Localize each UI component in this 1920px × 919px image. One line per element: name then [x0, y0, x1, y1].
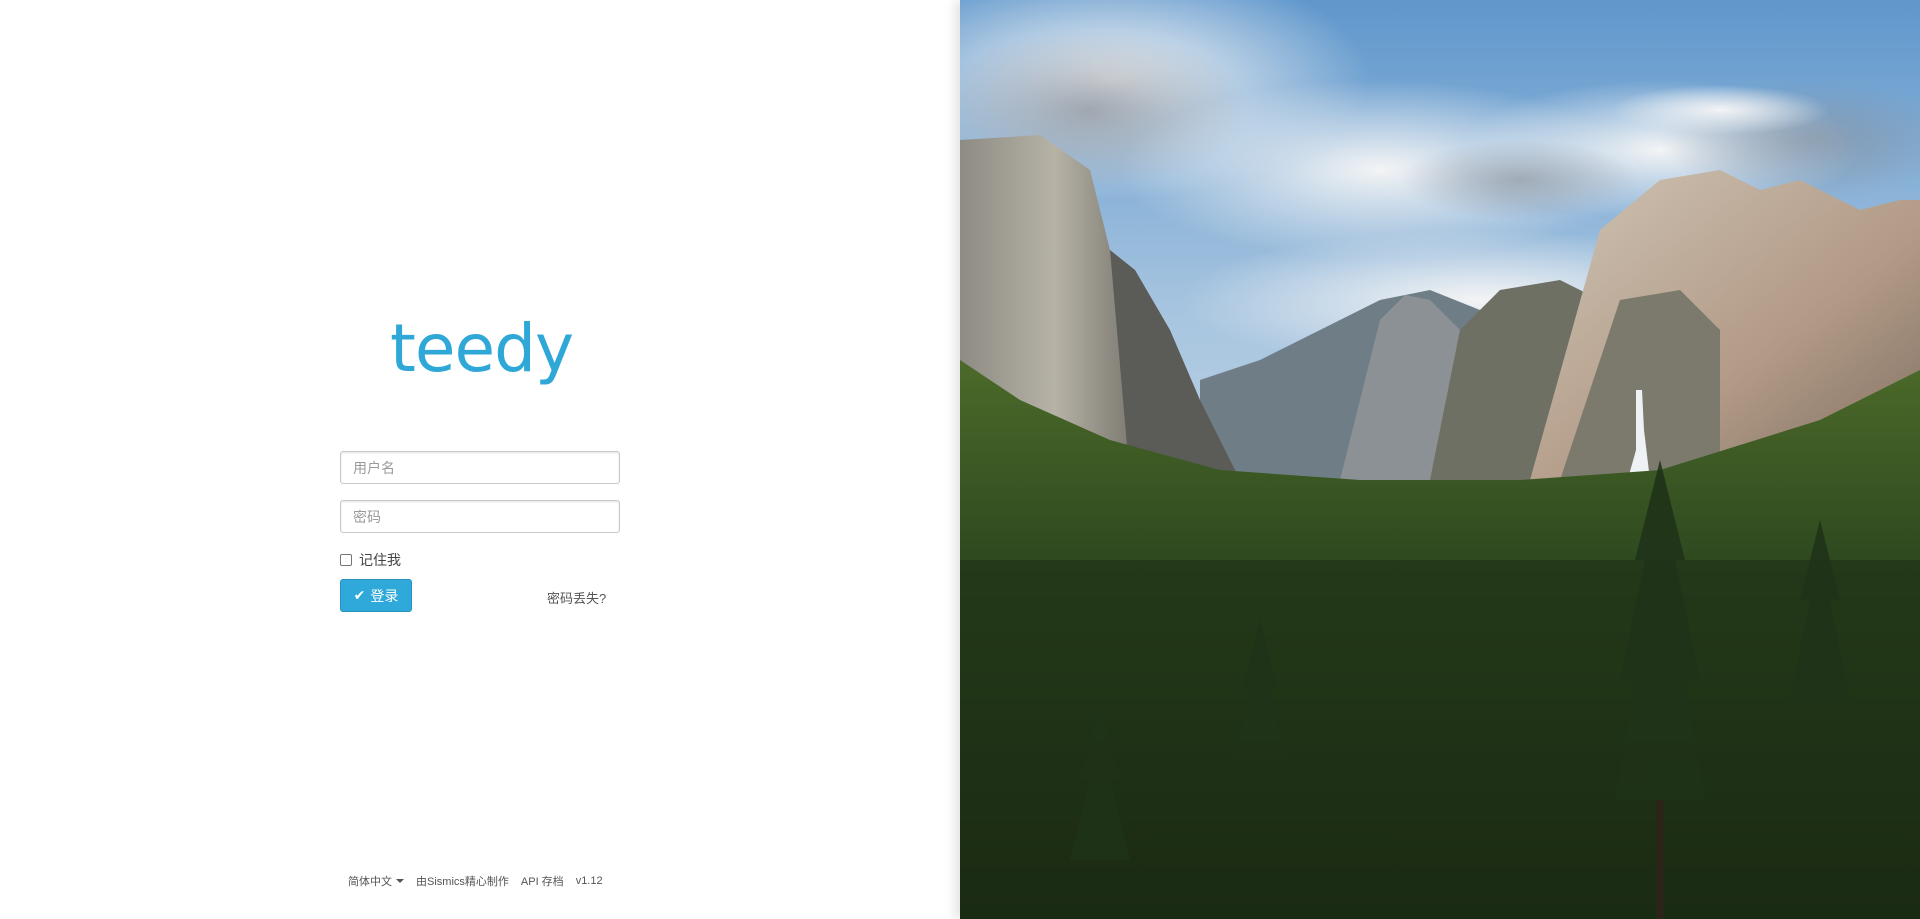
- login-button[interactable]: ✔ 登录: [340, 579, 412, 612]
- username-input[interactable]: [340, 451, 620, 484]
- background-landscape-image: [960, 0, 1920, 919]
- api-docs-link[interactable]: API 存档: [521, 873, 564, 889]
- remember-me-label: 记住我: [359, 552, 401, 568]
- login-panel: teedy 记住我 ✔ 登录 密码丢失? 简体中文 由Sismics精心制作 A…: [0, 0, 960, 919]
- forgot-password-link[interactable]: 密码丢失?: [547, 588, 606, 607]
- login-button-label: 登录: [370, 587, 399, 604]
- language-label: 简体中文: [348, 876, 392, 888]
- app-logo: teedy: [390, 310, 574, 387]
- check-icon: ✔: [353, 587, 366, 603]
- login-page: teedy 记住我 ✔ 登录 密码丢失? 简体中文 由Sismics精心制作 A…: [0, 0, 1920, 919]
- footer: 简体中文 由Sismics精心制作 API 存档 v1.12: [348, 873, 603, 889]
- caret-down-icon: [396, 879, 404, 883]
- remember-me-checkbox[interactable]: [340, 554, 352, 566]
- made-by-link[interactable]: 由Sismics精心制作: [416, 873, 509, 889]
- language-dropdown[interactable]: 简体中文: [348, 873, 404, 889]
- remember-me[interactable]: 记住我: [340, 550, 401, 570]
- password-input[interactable]: [340, 500, 620, 533]
- version-label: v1.12: [575, 875, 603, 887]
